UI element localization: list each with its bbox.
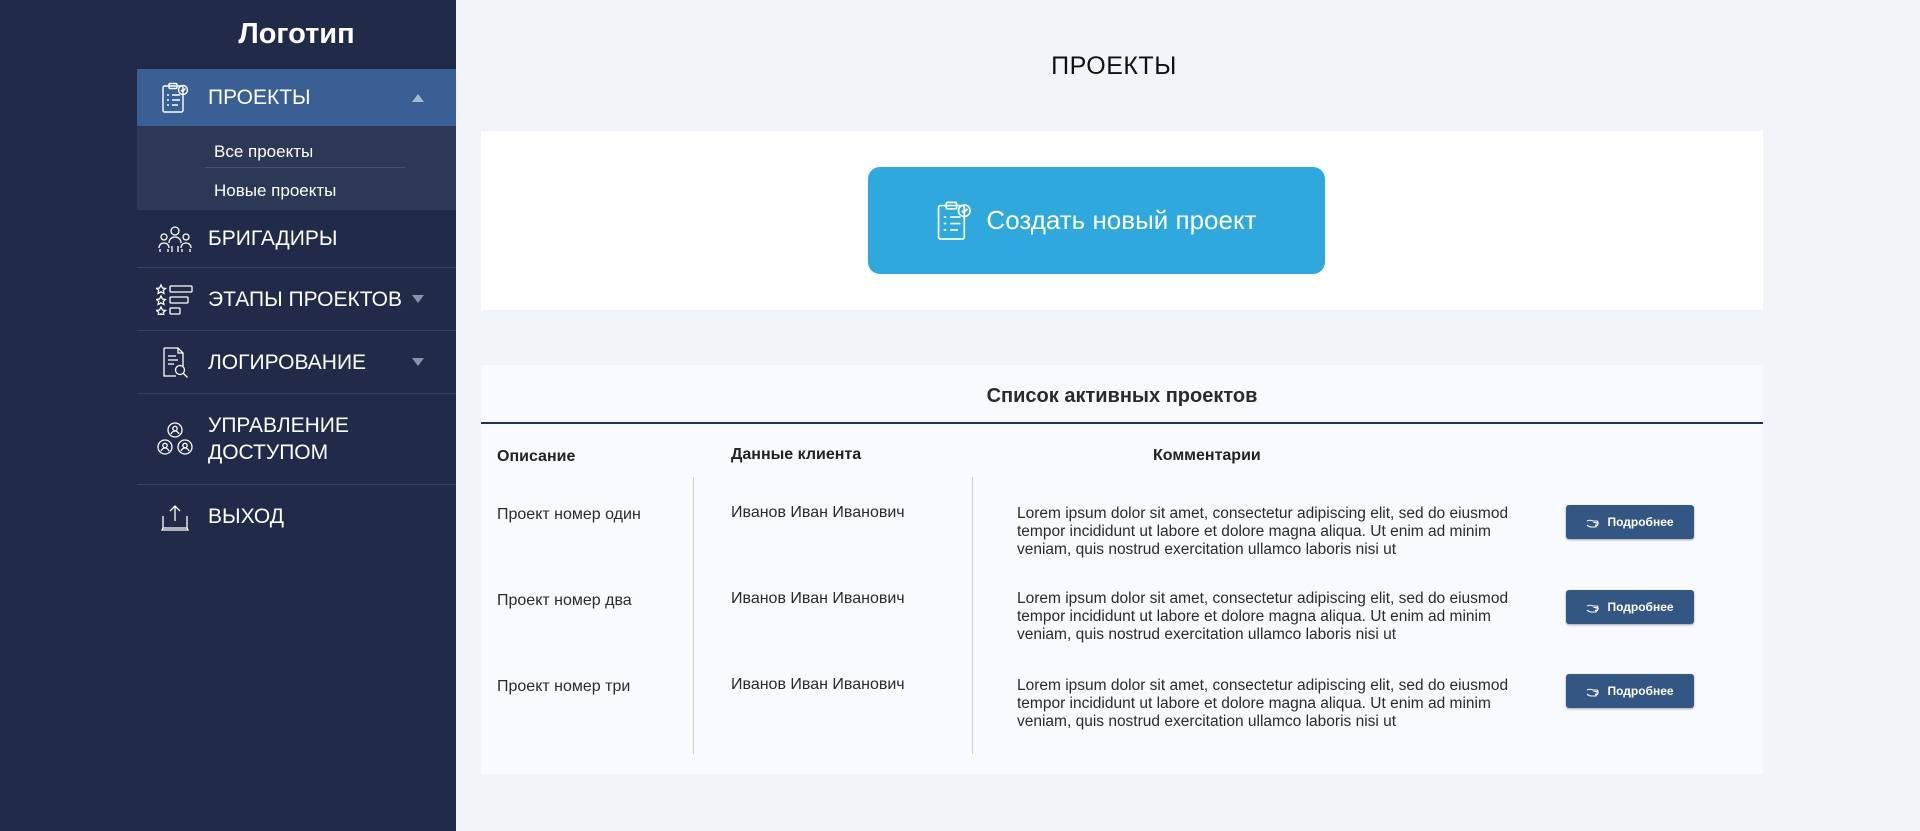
column-header-comments: Комментарии — [1153, 447, 1261, 464]
column-header-client: Данные клиента — [731, 446, 862, 463]
sidebar-item-label-line2: ДОСТУПОМ — [208, 441, 329, 464]
sidebar-item-label: ЭТАПЫ ПРОЕКТОВ — [208, 287, 402, 311]
column-divider — [972, 477, 973, 754]
sidebar-item-access-management[interactable]: УПРАВЛЕНИЕ ДОСТУПОМ — [137, 394, 456, 485]
column-header-description: Описание — [497, 448, 576, 465]
row-1-details-button[interactable]: Подробнее — [1566, 505, 1694, 539]
team-icon — [156, 220, 194, 258]
chevron-down-icon[interactable] — [412, 295, 424, 303]
projects-submenu: Все проекты Новые проекты — [137, 126, 456, 210]
clipboard-check-icon — [156, 79, 194, 117]
document-search-icon — [156, 343, 194, 381]
row-2-description: Проект номер два — [497, 592, 632, 609]
create-project-panel: Создать новый проект — [481, 131, 1763, 310]
active-projects-panel: Список активных проектов Описание Данные… — [481, 365, 1763, 774]
row-1-comment: Lorem ipsum dolor sit amet, consectetur … — [1017, 505, 1509, 558]
sidebar-item-label: ЛОГИРОВАНИЕ — [208, 350, 367, 374]
users-access-icon — [156, 420, 194, 458]
sidebar-item-label-line1: УПРАВЛЕНИЕ — [208, 414, 349, 437]
sidebar-menu: ПРОЕКТЫ Все проекты Новые проекты БРИГАД… — [137, 69, 456, 548]
sidebar-item-logging[interactable]: ЛОГИРОВАНИЕ — [137, 331, 456, 394]
logout-icon — [156, 498, 194, 536]
clipboard-check-icon — [936, 200, 972, 242]
page-title: ПРОЕКТЫ — [1051, 52, 1177, 80]
details-button-label: Подробнее — [1607, 600, 1674, 614]
logo[interactable]: Логотип — [137, 18, 456, 51]
sidebar-item-logout[interactable]: ВЫХОД — [137, 485, 456, 548]
row-3-comment: Lorem ipsum dolor sit amet, consectetur … — [1017, 677, 1509, 730]
row-2-details-button[interactable]: Подробнее — [1566, 590, 1694, 624]
hand-pointer-icon — [1586, 515, 1602, 529]
stages-list-icon — [156, 280, 194, 318]
details-button-label: Подробнее — [1607, 684, 1674, 698]
column-divider — [693, 477, 694, 754]
sidebar-item-brigadiers[interactable]: БРИГАДИРЫ — [137, 210, 456, 268]
row-3-description: Проект номер три — [497, 678, 631, 695]
row-3-details-button[interactable]: Подробнее — [1566, 674, 1694, 708]
hand-pointer-icon — [1586, 600, 1602, 614]
create-project-button[interactable]: Создать новый проект — [868, 167, 1325, 274]
hand-pointer-icon — [1586, 684, 1602, 698]
row-2-client: Иванов Иван Иванович — [731, 590, 905, 607]
sidebar-item-label: ВЫХОД — [208, 505, 285, 528]
submenu-item-new-projects[interactable]: Новые проекты — [214, 181, 336, 201]
sidebar: Логотип ПРОЕКТЫ Все проекты Новые проект… — [0, 0, 456, 831]
sidebar-item-label: ПРОЕКТЫ — [208, 86, 311, 109]
list-title: Список активных проектов — [986, 385, 1258, 407]
row-1-description: Проект номер один — [497, 506, 641, 523]
create-project-label: Создать новый проект — [986, 205, 1257, 235]
details-button-label: Подробнее — [1607, 515, 1674, 529]
chevron-down-icon[interactable] — [412, 358, 424, 366]
submenu-divider — [205, 167, 405, 168]
sidebar-item-project-stages[interactable]: ЭТАПЫ ПРОЕКТОВ — [137, 268, 456, 331]
sidebar-item-label: УПРАВЛЕНИЕ ДОСТУПОМ — [208, 412, 349, 466]
row-3-client: Иванов Иван Иванович — [731, 676, 905, 693]
list-title-divider — [481, 422, 1763, 424]
row-1-client: Иванов Иван Иванович — [731, 504, 905, 521]
sidebar-item-projects[interactable]: ПРОЕКТЫ — [137, 69, 456, 126]
sidebar-item-label: БРИГАДИРЫ — [208, 227, 338, 250]
submenu-item-all-projects[interactable]: Все проекты — [214, 142, 313, 162]
chevron-up-icon[interactable] — [412, 93, 424, 102]
row-2-comment: Lorem ipsum dolor sit amet, consectetur … — [1017, 590, 1509, 643]
